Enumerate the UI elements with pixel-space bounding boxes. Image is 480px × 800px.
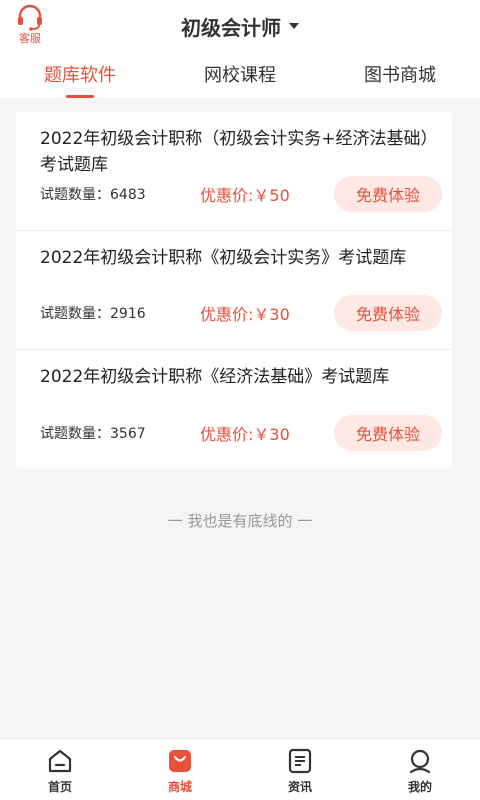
nav-label: 首页 <box>47 780 72 794</box>
tab-book-store[interactable]: 图书商城 <box>320 58 480 98</box>
page-title: 初级会计师 <box>181 15 281 40</box>
tab-online-courses[interactable]: 网校课程 <box>160 58 320 98</box>
free-trial-button[interactable]: 免费体验 <box>334 176 442 212</box>
nav-home[interactable]: 首页 <box>0 739 120 800</box>
question-count: 试题数量：6483 <box>40 187 146 203</box>
discount-price: 优惠价:￥50 <box>200 186 290 205</box>
item-meta: 试题数量：6483 优惠价:￥50 免费体验 <box>40 176 442 212</box>
question-count: 试题数量：3567 <box>40 426 146 442</box>
nav-profile[interactable]: 我的 <box>360 739 480 800</box>
news-icon <box>288 748 312 774</box>
top-header: 客服 初级会计师 题库软件 网校课程 图书商城 <box>0 0 480 98</box>
end-of-list-note: 一 我也是有底线的 一 <box>167 512 313 530</box>
question-count: 试题数量：2916 <box>40 306 146 322</box>
nav-label: 我的 <box>407 780 432 794</box>
product-list: 2022年初级会计职称（初级会计实务+经济法基础）考试题库 试题数量：6483 … <box>16 112 452 469</box>
nav-news[interactable]: 资讯 <box>240 739 360 800</box>
tab-question-bank[interactable]: 题库软件 <box>0 58 160 98</box>
list-item[interactable]: 2022年初级会计职称《经济法基础》考试题库 试题数量：3567 优惠价:￥30… <box>16 350 452 469</box>
item-title: 2022年初级会计职称（初级会计实务+经济法基础）考试题库 <box>40 129 438 175</box>
item-meta: 试题数量：2916 优惠价:￥30 免费体验 <box>40 295 442 331</box>
discount-price: 优惠价:￥30 <box>200 425 290 444</box>
shop-icon <box>169 750 191 772</box>
discount-price: 优惠价:￥30 <box>200 305 290 324</box>
nav-shop[interactable]: 商城 <box>120 739 240 800</box>
nav-label: 资讯 <box>287 780 312 794</box>
free-trial-button[interactable]: 免费体验 <box>334 295 442 331</box>
free-trial-button[interactable]: 免费体验 <box>334 415 442 451</box>
list-item[interactable]: 2022年初级会计职称《初级会计实务》考试题库 试题数量：2916 优惠价:￥3… <box>16 231 452 350</box>
title-selector[interactable]: 初级会计师 <box>0 10 480 42</box>
profile-icon <box>409 749 431 774</box>
list-item[interactable]: 2022年初级会计职称（初级会计实务+经济法基础）考试题库 试题数量：6483 … <box>16 112 452 231</box>
item-title: 2022年初级会计职称《经济法基础》考试题库 <box>40 367 390 387</box>
caret-down-icon <box>289 23 299 29</box>
item-meta: 试题数量：3567 优惠价:￥30 免费体验 <box>40 415 442 451</box>
bottom-nav: 首页 商城 资讯 我的 <box>0 738 480 800</box>
nav-label: 商城 <box>167 780 192 794</box>
category-tabs: 题库软件 网校课程 图书商城 <box>0 58 480 98</box>
home-icon <box>48 749 72 773</box>
item-title: 2022年初级会计职称《初级会计实务》考试题库 <box>40 248 407 268</box>
